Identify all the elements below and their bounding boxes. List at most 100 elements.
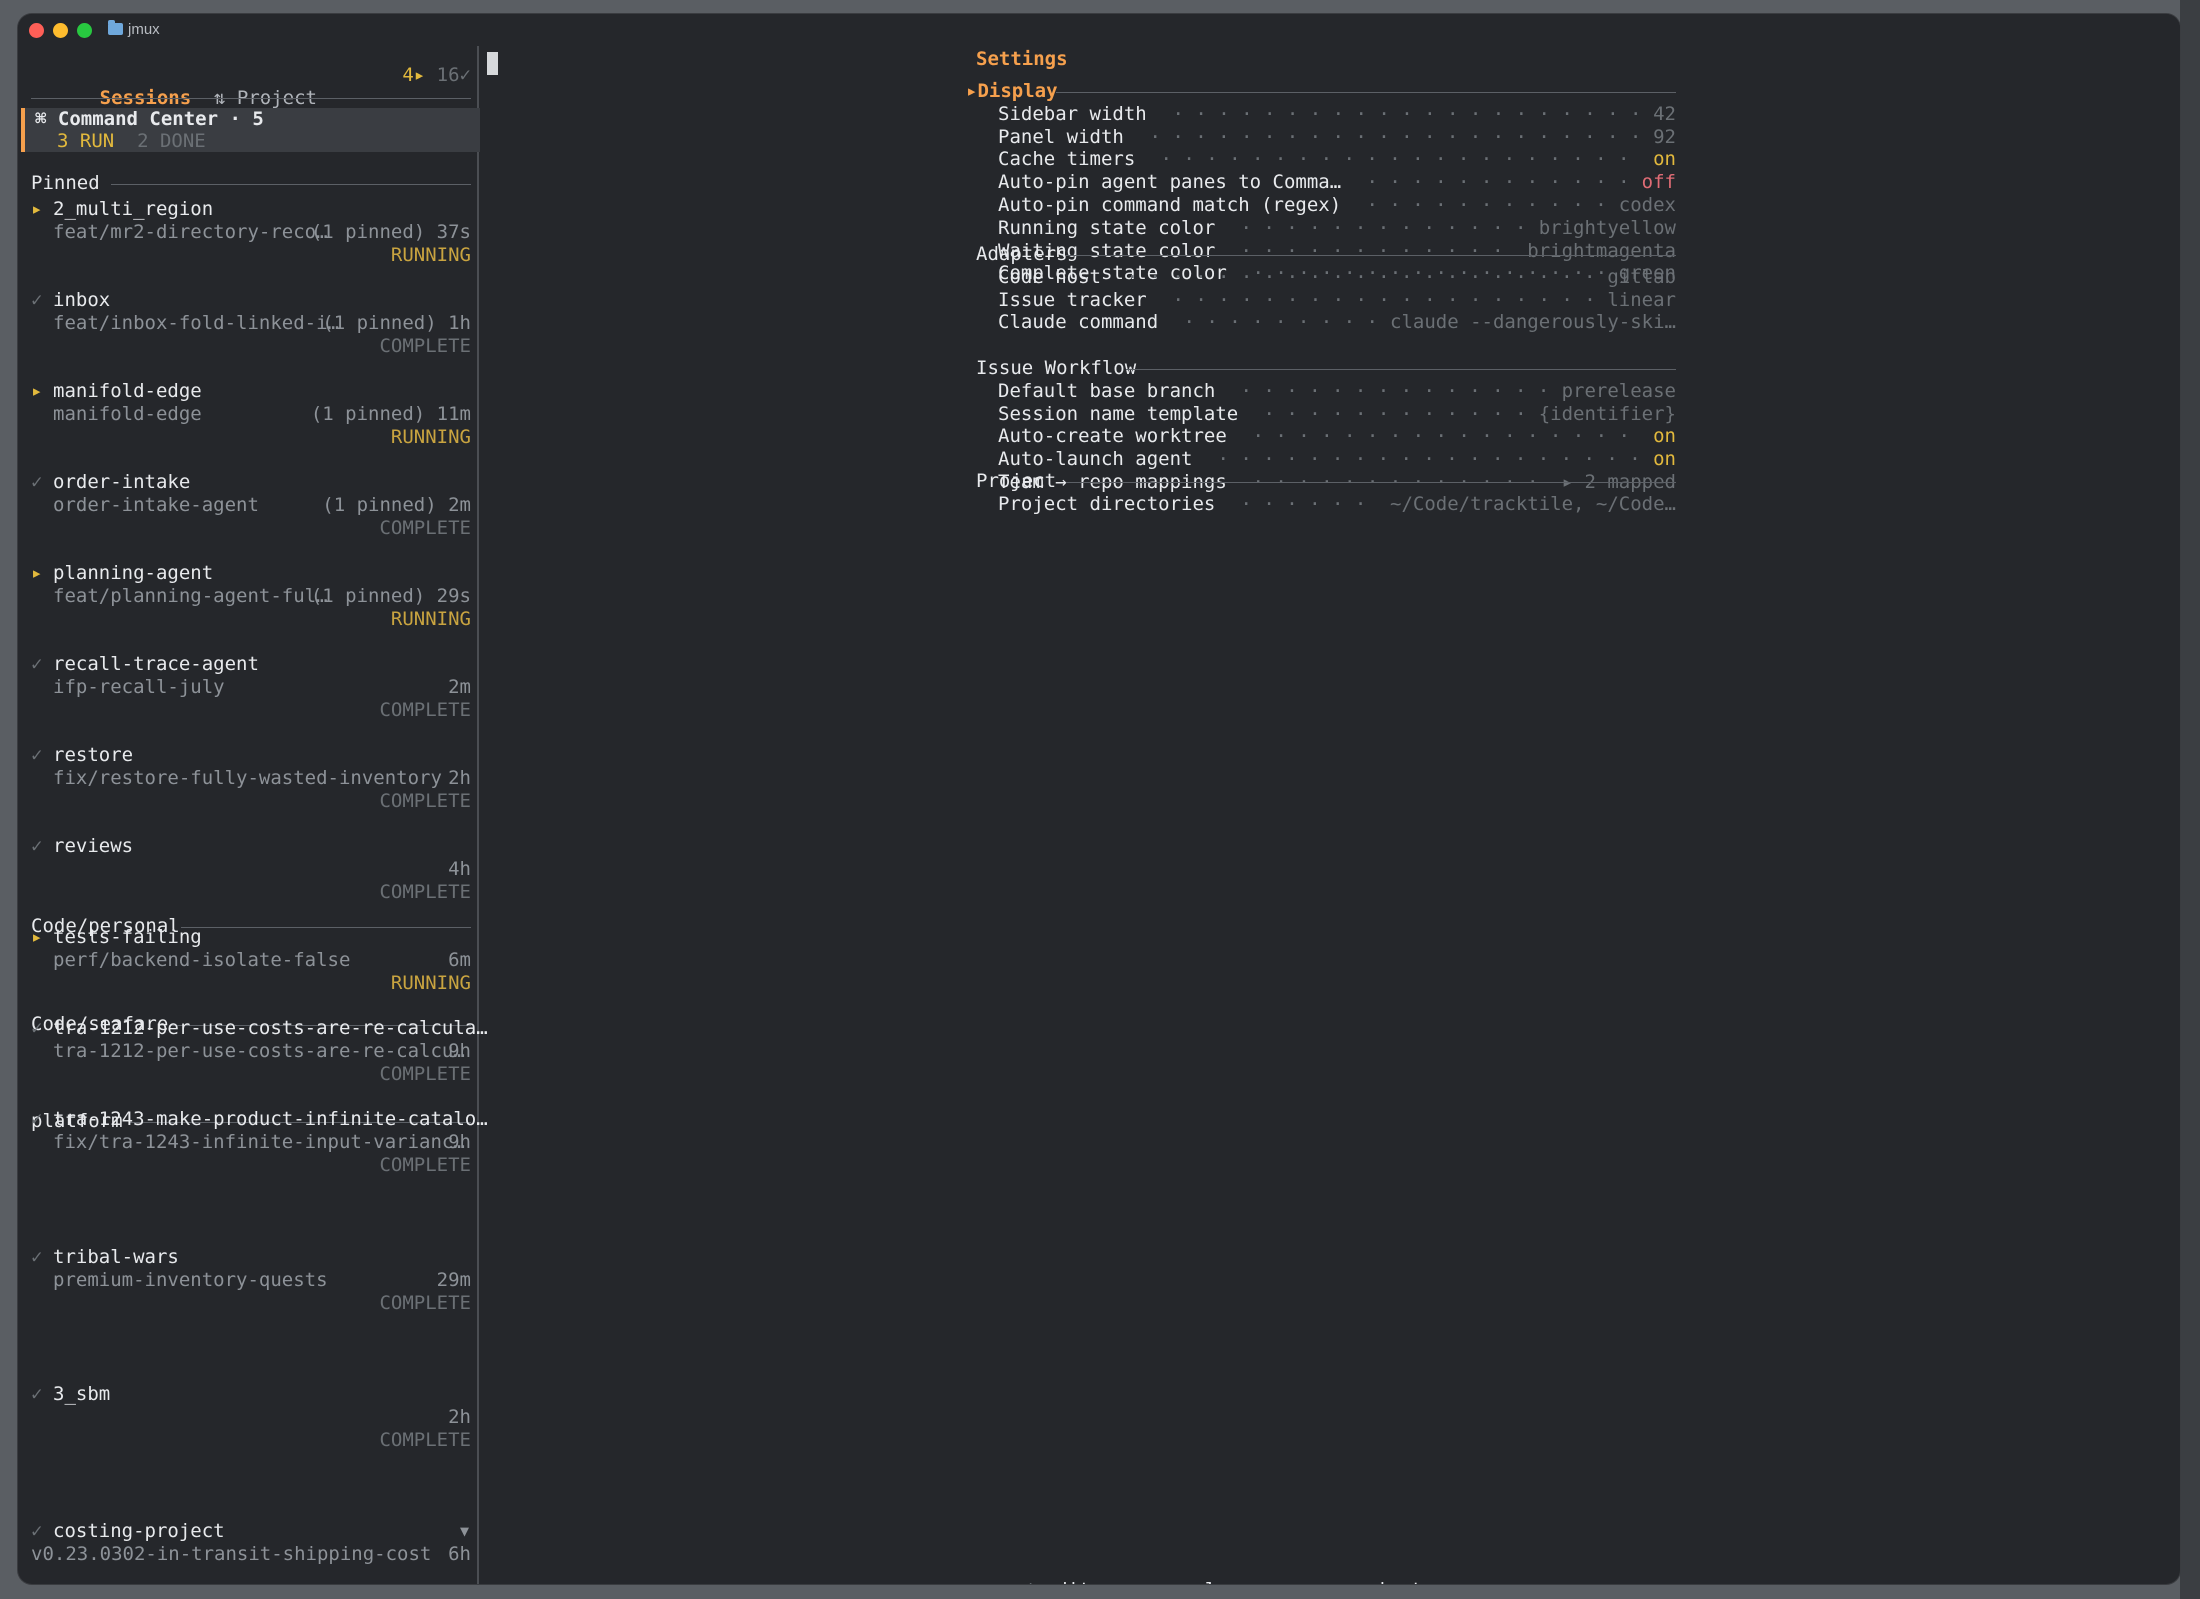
session-meta: 6h [448, 1543, 471, 1565]
setting-key: Auto-pin agent panes to Comma… [998, 171, 1342, 194]
session-meta: 9h [448, 1131, 471, 1153]
leader-dots: · · · · · · · · · · · · · · · · · · · · … [1217, 448, 1639, 471]
footer-separator: · [1113, 1579, 1124, 1584]
session-name: recall-trace-agent [53, 653, 259, 675]
setting-row[interactable]: Sidebar width 42 · · · · · · · · · · · · … [998, 103, 1676, 126]
session-meta: (1 pinned) 1h [322, 312, 471, 334]
setting-key: Auto-launch agent [998, 448, 1193, 471]
setting-row[interactable]: Code host gitlab · · · · · · · · · · · · … [998, 266, 1676, 289]
session-item[interactable]: ▸ tests-failing perf/backend-isolate-false… [31, 926, 471, 996]
session-meta: 29m [436, 1269, 471, 1291]
session-status: RUNNING [390, 244, 471, 266]
settings-section-header: Project [976, 470, 1676, 493]
session-name: 2_multi_region [53, 198, 214, 220]
check-icon: ✓ [31, 1246, 43, 1268]
scroll-down-icon[interactable]: ▼ [460, 1520, 469, 1543]
setting-row[interactable]: Auto-pin command match (regex) codex · · … [998, 194, 1676, 217]
group-header: Pinned [31, 172, 471, 195]
setting-row[interactable]: Auto-launch agent on · · · · · · · · · · … [998, 448, 1676, 471]
session-item[interactable]: ✓ inbox feat/inbox-fold-linked-i… (1 pinned… [31, 289, 471, 359]
title-bar: jmux [18, 14, 2180, 46]
session-item[interactable]: ▸ manifold-edge manifold-edge (1 pinned) 11… [31, 380, 471, 450]
session-item[interactable]: ✓ recall-trace-agent ifp-recall-july 2m COMP… [31, 653, 471, 723]
session-item[interactable]: ✓ tribal-wars premium-inventory-quests 29m C… [31, 1246, 471, 1316]
leader-dots: · · · · · · · · · · · · · · · · · · · · … [1149, 125, 1639, 148]
edit-hint[interactable]: edit [1045, 1579, 1091, 1584]
terminal-cursor [487, 52, 498, 75]
session-item[interactable]: ▸ 2_multi_region feat/mr2-directory-reco…(… [31, 198, 471, 268]
arrow-keys-icon: ↑↓ [1308, 1579, 1331, 1584]
leader-dots: · · · · · · · · · · · · · · · · · · · · … [1240, 379, 1548, 402]
done-stat: 2 DONE [137, 130, 206, 152]
command-center-title: ⌘ Command Center · 5 [35, 108, 264, 130]
session-name: tra-1212-per-use-costs-are-re-calcula… [53, 1017, 488, 1039]
group-divider [111, 184, 471, 185]
minimize-window-button[interactable] [53, 23, 68, 38]
setting-row[interactable]: Panel width 92 · · · · · · · · · · · · · … [998, 126, 1676, 149]
session-meta: (1 pinned) 2m [322, 494, 471, 516]
check-icon: ✓ [31, 1520, 43, 1542]
zoom-window-button[interactable] [77, 23, 92, 38]
session-item[interactable]: ✓ tra-1243-make-product-infinite-catalo… f… [31, 1108, 488, 1178]
session-status: COMPLETE [379, 1154, 471, 1176]
session-branch: perf/backend-isolate-false [53, 949, 351, 971]
setting-row[interactable]: Claude command claude --dangerously-ski… … [998, 311, 1676, 334]
setting-value: linear [1607, 288, 1676, 311]
setting-row[interactable]: Auto-create worktree on · · · · · · · · ·… [998, 425, 1676, 448]
setting-key: Issue tracker [998, 288, 1147, 311]
leader-dots: · · · · · · · · · · · · · · · · · · · · … [1126, 265, 1593, 288]
setting-value: on [1653, 148, 1676, 171]
session-item[interactable]: ✓ costing-project v0.23.0302-in-transit-sh… [31, 1520, 471, 1566]
setting-key: Panel width [998, 125, 1124, 148]
session-item[interactable]: ✓ order-intake order-intake-agent (1 pinned… [31, 471, 471, 541]
session-item[interactable]: ✓ tra-1212-per-use-costs-are-re-calcula… t… [31, 1017, 488, 1087]
settings-section-header: Adapters [976, 243, 1676, 266]
session-meta: 2m [448, 676, 471, 698]
session-name: manifold-edge [53, 380, 202, 402]
setting-key: Cache timers [998, 148, 1136, 171]
setting-key: Code host [998, 265, 1101, 288]
section-label: ▸Display [966, 80, 1058, 102]
setting-value: off [1641, 171, 1676, 194]
footer-separator: · [1274, 1579, 1285, 1584]
section-divider [1126, 369, 1676, 370]
sidebar-header: Sessions ⇅ Project 4▸ 16✓ [31, 64, 471, 109]
setting-value: on [1653, 448, 1676, 471]
check-icon: ✓ [31, 1108, 43, 1130]
running-indicator-icon: ▸ [31, 198, 43, 220]
leader-dots: · · · · · · · · · · · · · · · · · · · · … [1172, 102, 1639, 125]
leader-dots: · · · · · · · · · · · · · · · · · · · · … [1160, 148, 1630, 171]
window-title-text: jmux [128, 21, 160, 38]
setting-value: brightyellow [1538, 216, 1676, 239]
check-icon: ✓ [31, 471, 43, 493]
session-item[interactable]: ✓ restore fix/restore-fully-wasted-invento… [31, 744, 471, 814]
check-icon: ✓ [31, 1383, 43, 1405]
setting-row[interactable]: Auto-pin agent panes to Comma… off · · · … [998, 171, 1676, 194]
setting-row[interactable]: Session name template {identifier} · · · … [998, 403, 1676, 426]
session-status: COMPLETE [379, 335, 471, 357]
session-status: RUNNING [390, 608, 471, 630]
session-name: planning-agent [53, 562, 214, 584]
close-window-button[interactable] [29, 23, 44, 38]
leader-dots: · · · · · · · · · · · · · · · · · · · · … [1263, 402, 1525, 425]
group-label: Pinned [31, 172, 100, 194]
setting-key: Project directories [998, 492, 1216, 515]
session-item[interactable]: ✓ reviews 4h COMPLETE [31, 835, 471, 905]
session-item[interactable]: ✓ 3_sbm 2h COMPLETE [31, 1383, 471, 1453]
close-hint[interactable]: close [1193, 1579, 1250, 1584]
setting-row[interactable]: Project directories ~/Code/tracktile, ~/C… [998, 493, 1676, 516]
setting-row[interactable]: Running state color brightyellow · · · · … [998, 217, 1676, 240]
leader-dots: · · · · · · · · · · · · · · · · · · · · … [1252, 425, 1630, 448]
setting-row[interactable]: Cache timers on · · · · · · · · · · · · ·… [998, 148, 1676, 171]
setting-key: Auto-create worktree [998, 425, 1227, 448]
session-status: RUNNING [390, 426, 471, 448]
section-label: Issue Workflow [976, 357, 1137, 379]
command-center-item[interactable]: ⌘ Command Center · 5 3 RUN 2 DONE [21, 108, 480, 152]
check-icon: ✓ [31, 289, 43, 311]
leader-dots: · · · · · · · · · · · · · · · · · · · · … [1366, 171, 1628, 194]
setting-row[interactable]: Default base branch prerelease · · · · · … [998, 380, 1676, 403]
navigate-hint[interactable]: navigate [1342, 1579, 1434, 1584]
setting-key: Auto-pin command match (regex) [998, 194, 1342, 216]
session-item[interactable]: ▸ planning-agent feat/planning-agent-ful…(… [31, 562, 471, 632]
setting-row[interactable]: Issue tracker linear · · · · · · · · · · … [998, 289, 1676, 312]
